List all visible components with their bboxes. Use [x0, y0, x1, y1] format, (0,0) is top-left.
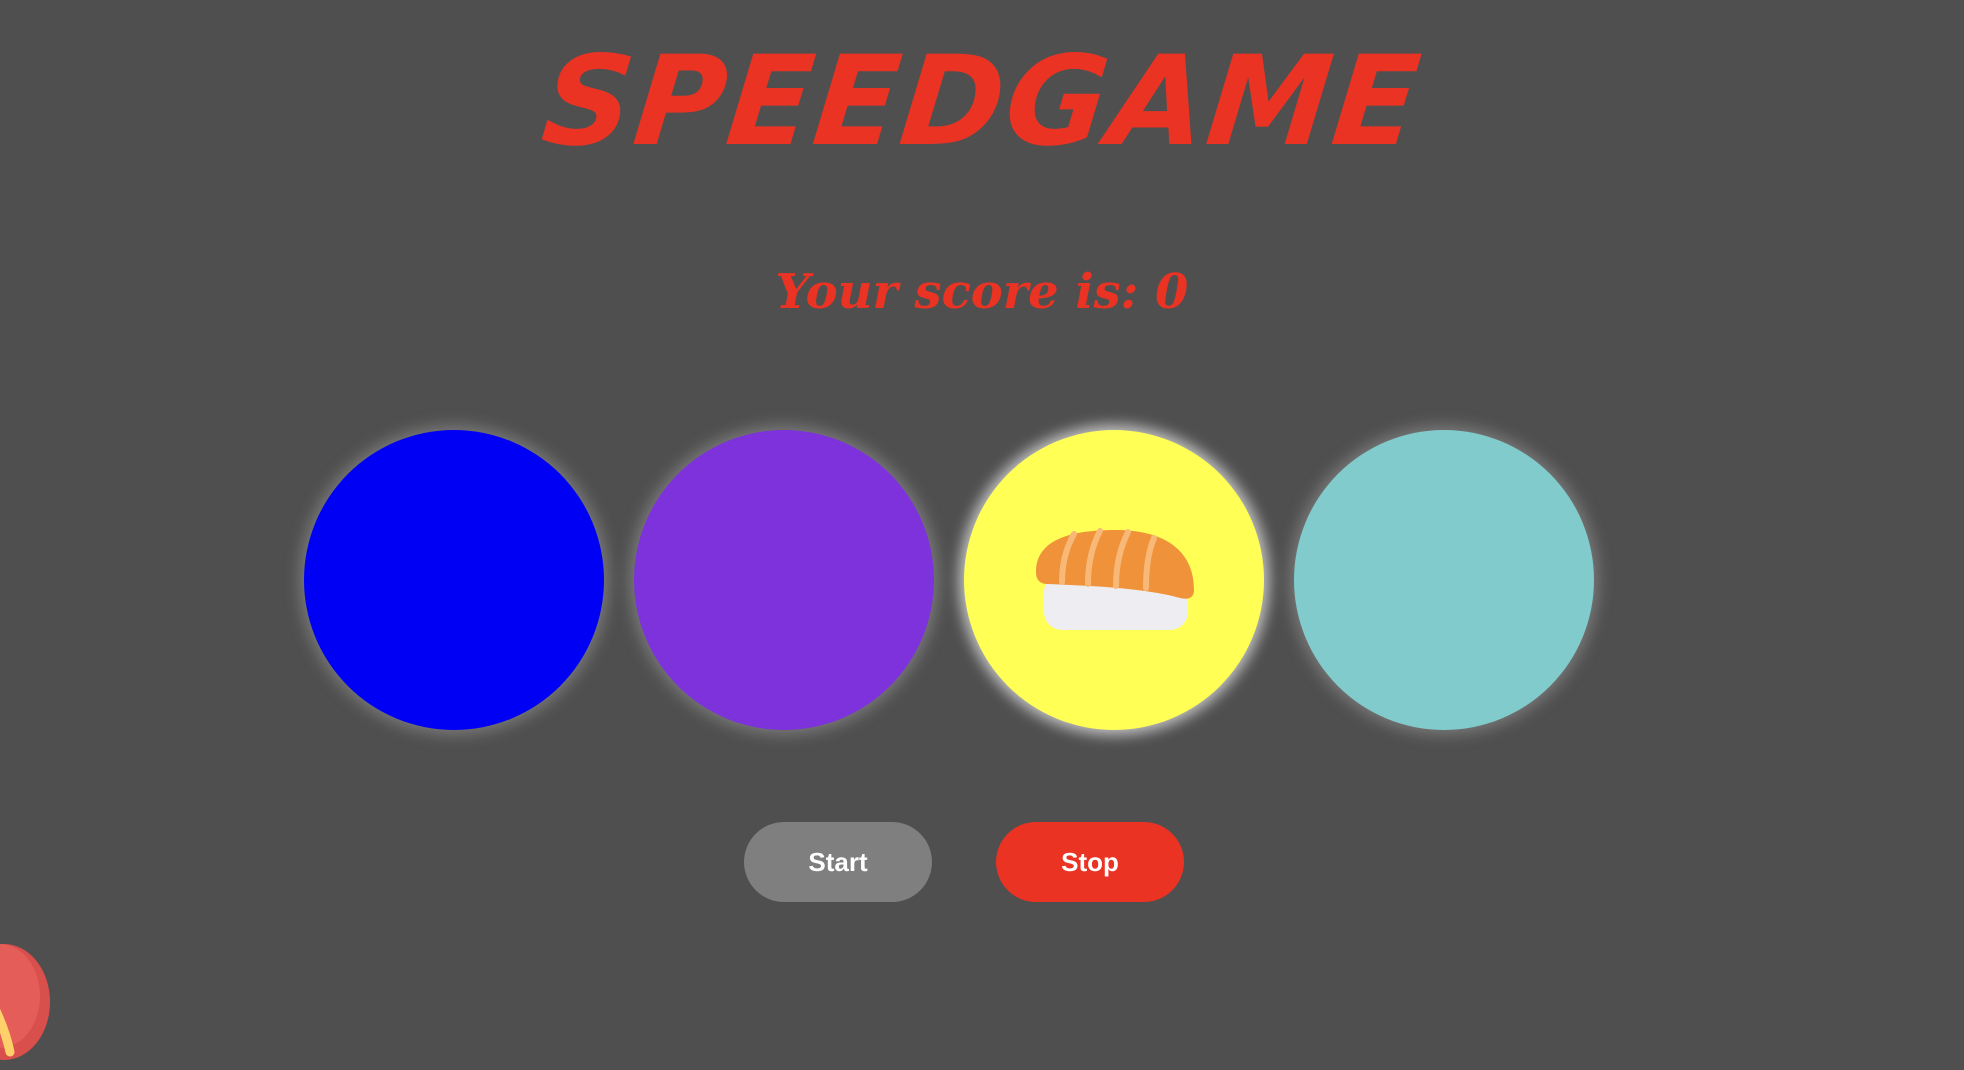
corner-sushi-icon	[0, 944, 50, 1060]
start-button[interactable]: Start	[744, 822, 932, 902]
score-display: Your score is: 0	[775, 264, 1189, 320]
circle-3[interactable]	[964, 430, 1264, 730]
circle-2[interactable]	[634, 430, 934, 730]
circle-4[interactable]	[1294, 430, 1594, 730]
stop-button[interactable]: Stop	[996, 822, 1184, 902]
sushi-icon	[1036, 528, 1194, 630]
circle-1[interactable]	[304, 430, 604, 730]
game-title: SPEEDGAME	[536, 30, 1428, 174]
